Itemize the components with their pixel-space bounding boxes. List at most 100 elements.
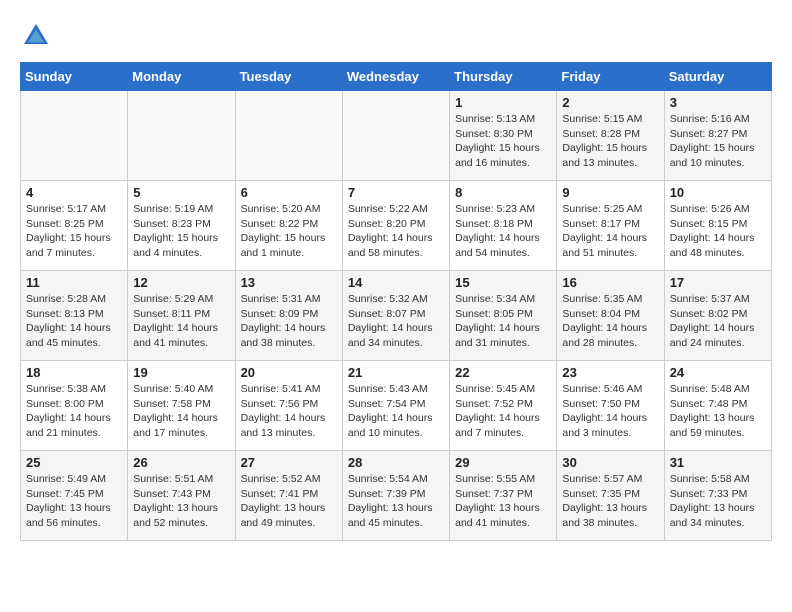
- day-info: Sunrise: 5:23 AMSunset: 8:18 PMDaylight:…: [455, 202, 551, 261]
- day-info: Sunrise: 5:48 AMSunset: 7:48 PMDaylight:…: [670, 382, 766, 441]
- calendar-header-wednesday: Wednesday: [342, 63, 449, 91]
- day-info: Sunrise: 5:32 AMSunset: 8:07 PMDaylight:…: [348, 292, 444, 351]
- calendar-week-row: 18 Sunrise: 5:38 AMSunset: 8:00 PMDayligh…: [21, 361, 772, 451]
- day-info: Sunrise: 5:19 AMSunset: 8:23 PMDaylight:…: [133, 202, 229, 261]
- day-info: Sunrise: 5:54 AMSunset: 7:39 PMDaylight:…: [348, 472, 444, 531]
- day-info: Sunrise: 5:13 AMSunset: 8:30 PMDaylight:…: [455, 112, 551, 171]
- calendar-cell: 26 Sunrise: 5:51 AMSunset: 7:43 PMDayligh…: [128, 451, 235, 541]
- calendar-week-row: 11 Sunrise: 5:28 AMSunset: 8:13 PMDayligh…: [21, 271, 772, 361]
- calendar-cell: 8 Sunrise: 5:23 AMSunset: 8:18 PMDaylight…: [450, 181, 557, 271]
- day-info: Sunrise: 5:52 AMSunset: 7:41 PMDaylight:…: [241, 472, 337, 531]
- day-number: 5: [133, 185, 229, 200]
- calendar-week-row: 1 Sunrise: 5:13 AMSunset: 8:30 PMDaylight…: [21, 91, 772, 181]
- calendar-cell: 2 Sunrise: 5:15 AMSunset: 8:28 PMDaylight…: [557, 91, 664, 181]
- calendar-cell: 4Sunrise: 5:17 AMSunset: 8:25 PMDaylight…: [21, 181, 128, 271]
- calendar-cell: 20 Sunrise: 5:41 AMSunset: 7:56 PMDayligh…: [235, 361, 342, 451]
- calendar-header-monday: Monday: [128, 63, 235, 91]
- calendar-cell: 30Sunrise: 5:57 AMSunset: 7:35 PMDayligh…: [557, 451, 664, 541]
- calendar-cell: 7 Sunrise: 5:22 AMSunset: 8:20 PMDaylight…: [342, 181, 449, 271]
- day-info: Sunrise: 5:25 AMSunset: 8:17 PMDaylight:…: [562, 202, 658, 261]
- calendar-cell: [342, 91, 449, 181]
- calendar-cell: 9 Sunrise: 5:25 AMSunset: 8:17 PMDaylight…: [557, 181, 664, 271]
- calendar-cell: 22Sunrise: 5:45 AMSunset: 7:52 PMDayligh…: [450, 361, 557, 451]
- day-number: 14: [348, 275, 444, 290]
- calendar-cell: 28 Sunrise: 5:54 AMSunset: 7:39 PMDayligh…: [342, 451, 449, 541]
- day-info: Sunrise: 5:15 AMSunset: 8:28 PMDaylight:…: [562, 112, 658, 171]
- day-info: Sunrise: 5:49 AMSunset: 7:45 PMDaylight:…: [26, 472, 122, 531]
- header: [20, 20, 772, 52]
- day-number: 16: [562, 275, 658, 290]
- calendar-cell: 15Sunrise: 5:34 AMSunset: 8:05 PMDayligh…: [450, 271, 557, 361]
- day-number: 31: [670, 455, 766, 470]
- day-info: Sunrise: 5:38 AMSunset: 8:00 PMDaylight:…: [26, 382, 122, 441]
- day-info: Sunrise: 5:35 AMSunset: 8:04 PMDaylight:…: [562, 292, 658, 351]
- day-info: Sunrise: 5:22 AMSunset: 8:20 PMDaylight:…: [348, 202, 444, 261]
- calendar-cell: 25 Sunrise: 5:49 AMSunset: 7:45 PMDayligh…: [21, 451, 128, 541]
- calendar-cell: 13Sunrise: 5:31 AMSunset: 8:09 PMDayligh…: [235, 271, 342, 361]
- day-number: 6: [241, 185, 337, 200]
- calendar-header-friday: Friday: [557, 63, 664, 91]
- day-number: 18: [26, 365, 122, 380]
- day-number: 11: [26, 275, 122, 290]
- calendar-cell: 18 Sunrise: 5:38 AMSunset: 8:00 PMDayligh…: [21, 361, 128, 451]
- calendar-cell: 24 Sunrise: 5:48 AMSunset: 7:48 PMDayligh…: [664, 361, 771, 451]
- day-number: 26: [133, 455, 229, 470]
- calendar-cell: 12 Sunrise: 5:29 AMSunset: 8:11 PMDayligh…: [128, 271, 235, 361]
- calendar-table: SundayMondayTuesdayWednesdayThursdayFrid…: [20, 62, 772, 541]
- day-info: Sunrise: 5:51 AMSunset: 7:43 PMDaylight:…: [133, 472, 229, 531]
- calendar-cell: 11 Sunrise: 5:28 AMSunset: 8:13 PMDayligh…: [21, 271, 128, 361]
- day-info: Sunrise: 5:37 AMSunset: 8:02 PMDaylight:…: [670, 292, 766, 351]
- day-info: Sunrise: 5:28 AMSunset: 8:13 PMDaylight:…: [26, 292, 122, 351]
- day-info: Sunrise: 5:40 AMSunset: 7:58 PMDaylight:…: [133, 382, 229, 441]
- calendar-cell: 16 Sunrise: 5:35 AMSunset: 8:04 PMDayligh…: [557, 271, 664, 361]
- calendar-cell: 14 Sunrise: 5:32 AMSunset: 8:07 PMDayligh…: [342, 271, 449, 361]
- calendar-cell: 3Sunrise: 5:16 AMSunset: 8:27 PMDaylight…: [664, 91, 771, 181]
- day-number: 12: [133, 275, 229, 290]
- day-number: 27: [241, 455, 337, 470]
- calendar-cell: [21, 91, 128, 181]
- day-info: Sunrise: 5:20 AMSunset: 8:22 PMDaylight:…: [241, 202, 337, 261]
- day-number: 24: [670, 365, 766, 380]
- calendar-cell: [128, 91, 235, 181]
- logo: [20, 20, 56, 52]
- day-info: Sunrise: 5:41 AMSunset: 7:56 PMDaylight:…: [241, 382, 337, 441]
- calendar-cell: 27 Sunrise: 5:52 AMSunset: 7:41 PMDayligh…: [235, 451, 342, 541]
- day-number: 21: [348, 365, 444, 380]
- day-number: 9: [562, 185, 658, 200]
- calendar-cell: 5 Sunrise: 5:19 AMSunset: 8:23 PMDaylight…: [128, 181, 235, 271]
- calendar-cell: 21 Sunrise: 5:43 AMSunset: 7:54 PMDayligh…: [342, 361, 449, 451]
- day-info: Sunrise: 5:58 AMSunset: 7:33 PMDaylight:…: [670, 472, 766, 531]
- day-number: 2: [562, 95, 658, 110]
- day-number: 1: [455, 95, 551, 110]
- day-number: 10: [670, 185, 766, 200]
- calendar-cell: 1 Sunrise: 5:13 AMSunset: 8:30 PMDaylight…: [450, 91, 557, 181]
- calendar-cell: 6 Sunrise: 5:20 AMSunset: 8:22 PMDaylight…: [235, 181, 342, 271]
- calendar-cell: 19 Sunrise: 5:40 AMSunset: 7:58 PMDayligh…: [128, 361, 235, 451]
- day-number: 23: [562, 365, 658, 380]
- day-number: 4: [26, 185, 122, 200]
- calendar-week-row: 4Sunrise: 5:17 AMSunset: 8:25 PMDaylight…: [21, 181, 772, 271]
- day-number: 7: [348, 185, 444, 200]
- day-number: 20: [241, 365, 337, 380]
- day-info: Sunrise: 5:55 AMSunset: 7:37 PMDaylight:…: [455, 472, 551, 531]
- calendar-header-thursday: Thursday: [450, 63, 557, 91]
- day-number: 8: [455, 185, 551, 200]
- day-number: 3: [670, 95, 766, 110]
- calendar-cell: 23Sunrise: 5:46 AMSunset: 7:50 PMDayligh…: [557, 361, 664, 451]
- day-number: 17: [670, 275, 766, 290]
- day-info: Sunrise: 5:43 AMSunset: 7:54 PMDaylight:…: [348, 382, 444, 441]
- calendar-week-row: 25 Sunrise: 5:49 AMSunset: 7:45 PMDayligh…: [21, 451, 772, 541]
- calendar-header-saturday: Saturday: [664, 63, 771, 91]
- day-number: 30: [562, 455, 658, 470]
- day-number: 19: [133, 365, 229, 380]
- day-number: 25: [26, 455, 122, 470]
- day-number: 28: [348, 455, 444, 470]
- calendar-cell: 17 Sunrise: 5:37 AMSunset: 8:02 PMDayligh…: [664, 271, 771, 361]
- calendar-cell: [235, 91, 342, 181]
- logo-icon: [20, 20, 52, 52]
- calendar-header-row: SundayMondayTuesdayWednesdayThursdayFrid…: [21, 63, 772, 91]
- day-number: 13: [241, 275, 337, 290]
- day-number: 29: [455, 455, 551, 470]
- calendar-header-sunday: Sunday: [21, 63, 128, 91]
- day-info: Sunrise: 5:29 AMSunset: 8:11 PMDaylight:…: [133, 292, 229, 351]
